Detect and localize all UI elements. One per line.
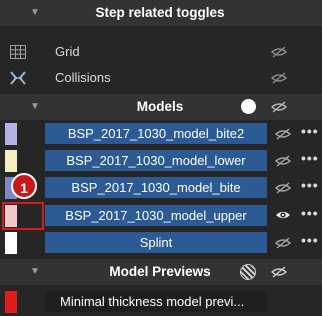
section-title: Step related toggles [95, 5, 225, 20]
eye-hidden-icon[interactable] [275, 182, 291, 194]
model-color-swatch[interactable] [5, 150, 17, 172]
more-options-icon[interactable]: ••• [301, 205, 319, 221]
model-previews-header[interactable]: ▼ Model Previews [0, 259, 322, 285]
section-title: Model Previews [109, 264, 211, 279]
eye-hidden-icon[interactable] [275, 237, 291, 249]
collapse-arrow-icon[interactable]: ▼ [30, 7, 40, 18]
more-options-icon[interactable]: ••• [301, 177, 319, 193]
hatched-circle-icon[interactable] [240, 264, 256, 280]
grid-icon [10, 45, 26, 59]
model-row-upper[interactable]: BSP_2017_1030_model_upper ••• [0, 203, 322, 229]
more-options-icon[interactable]: ••• [301, 123, 319, 139]
collisions-icon [10, 71, 26, 85]
model-name-button[interactable]: BSP_2017_1030_model_bite [45, 177, 267, 198]
annotation-number-badge: 1 [11, 173, 37, 199]
eye-hidden-icon[interactable] [275, 155, 291, 167]
eye-hidden-icon[interactable] [271, 266, 287, 278]
model-name-button[interactable]: Splint [45, 232, 267, 253]
color-dot-icon[interactable] [241, 99, 256, 114]
more-options-icon[interactable]: ••• [301, 232, 319, 248]
eye-hidden-icon[interactable] [271, 72, 287, 84]
model-name-button[interactable]: BSP_2017_1030_model_upper [45, 205, 267, 226]
preview-row[interactable]: Minimal thickness model previ... [0, 289, 322, 315]
preview-name-button[interactable]: Minimal thickness model previ... [45, 291, 267, 312]
model-color-swatch[interactable] [5, 232, 17, 254]
scene-toggles-panel: ▼ Step related toggles Grid Collisions ▼… [0, 0, 322, 316]
section-title: Models [136, 99, 184, 114]
models-header[interactable]: ▼ Models [0, 94, 322, 120]
annotation-highlight-box [2, 202, 44, 230]
model-row[interactable]: BSP_2017_1030_model_bite ••• [0, 175, 322, 201]
preview-color-swatch[interactable] [5, 291, 17, 313]
model-name-button[interactable]: BSP_2017_1030_model_lower [45, 150, 267, 171]
collapse-arrow-icon[interactable]: ▼ [30, 266, 40, 277]
toggle-label: Collisions [55, 70, 111, 85]
toggle-row-collisions[interactable]: Collisions [0, 65, 322, 91]
model-name-button[interactable]: BSP_2017_1030_model_bite2 [45, 123, 267, 144]
eye-hidden-icon[interactable] [271, 101, 287, 113]
eye-hidden-icon[interactable] [271, 46, 287, 58]
toggle-row-grid[interactable]: Grid [0, 39, 322, 65]
collapse-arrow-icon[interactable]: ▼ [30, 101, 40, 112]
eye-hidden-icon[interactable] [275, 128, 291, 140]
model-row[interactable]: BSP_2017_1030_model_bite2 ••• [0, 121, 322, 147]
more-options-icon[interactable]: ••• [301, 150, 319, 166]
model-row[interactable]: BSP_2017_1030_model_lower ••• [0, 148, 322, 174]
toggle-label: Grid [55, 44, 80, 59]
step-toggles-header[interactable]: ▼ Step related toggles [0, 0, 322, 26]
model-row-splint[interactable]: Splint ••• [0, 230, 322, 256]
eye-visible-icon[interactable] [275, 209, 291, 221]
model-color-swatch[interactable] [5, 123, 17, 145]
